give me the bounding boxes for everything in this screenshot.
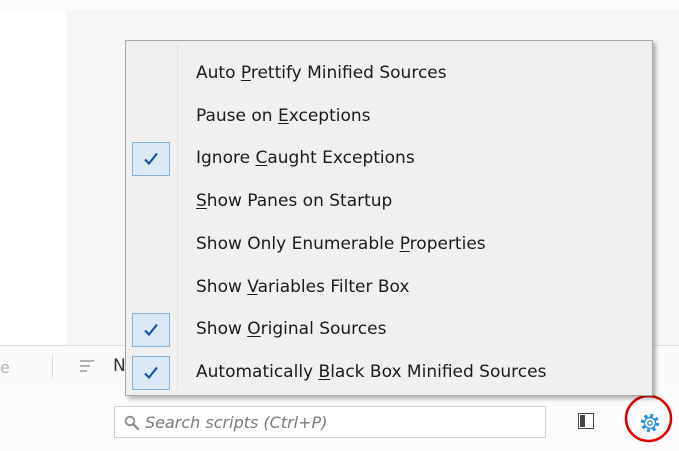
menu-item-label: Show Original Sources — [196, 319, 387, 339]
checked-indicator — [132, 142, 170, 176]
menu-item-pause-on-exceptions[interactable]: Pause on Exceptions — [128, 96, 650, 138]
menu-item-auto-black-box[interactable]: Automatically Black Box Minified Sources — [128, 352, 650, 394]
menu-item-label: Show Only Enumerable Properties — [196, 234, 486, 254]
menu-item-label: Ignore Caught Exceptions — [196, 148, 415, 168]
menu-item-show-panes-on-startup[interactable]: Show Panes on Startup — [128, 181, 650, 223]
menu-item-auto-prettify[interactable]: Auto Prettify Minified Sources — [128, 53, 650, 95]
tab-previous-label[interactable]: e — [0, 358, 10, 377]
toggle-sidebar-button[interactable] — [578, 413, 594, 429]
tab-divider — [52, 354, 53, 378]
lines-icon — [80, 358, 94, 372]
search-box — [114, 406, 546, 438]
tab-current-label[interactable]: N — [113, 356, 126, 376]
menu-item-ignore-caught-exceptions[interactable]: Ignore Caught Exceptions — [128, 138, 650, 180]
checked-indicator — [132, 356, 170, 390]
toolbar-top-strip — [0, 0, 679, 10]
menu-item-show-original-sources[interactable]: Show Original Sources — [128, 309, 650, 351]
checkmark-icon — [144, 323, 158, 337]
search-icon — [124, 415, 140, 431]
menu-item-label: Pause on Exceptions — [196, 106, 371, 126]
menu-item-show-variables-filter[interactable]: Show Variables Filter Box — [128, 267, 650, 309]
search-input[interactable] — [141, 407, 539, 437]
settings-menu: Auto Prettify Minified Sources Pause on … — [125, 40, 653, 396]
menu-item-label: Show Panes on Startup — [196, 191, 393, 211]
menu-item-label: Automatically Black Box Minified Sources — [196, 362, 547, 382]
menu-item-show-only-enumerable[interactable]: Show Only Enumerable Properties — [128, 224, 650, 266]
checkmark-icon — [144, 366, 158, 380]
sources-pane — [0, 10, 66, 345]
highlight-ring — [624, 394, 673, 443]
menu-item-label: Auto Prettify Minified Sources — [196, 63, 447, 83]
menu-item-label: Show Variables Filter Box — [196, 277, 410, 297]
checked-indicator — [132, 313, 170, 347]
toggle-pane-icon — [578, 413, 594, 429]
checkmark-icon — [144, 152, 158, 166]
